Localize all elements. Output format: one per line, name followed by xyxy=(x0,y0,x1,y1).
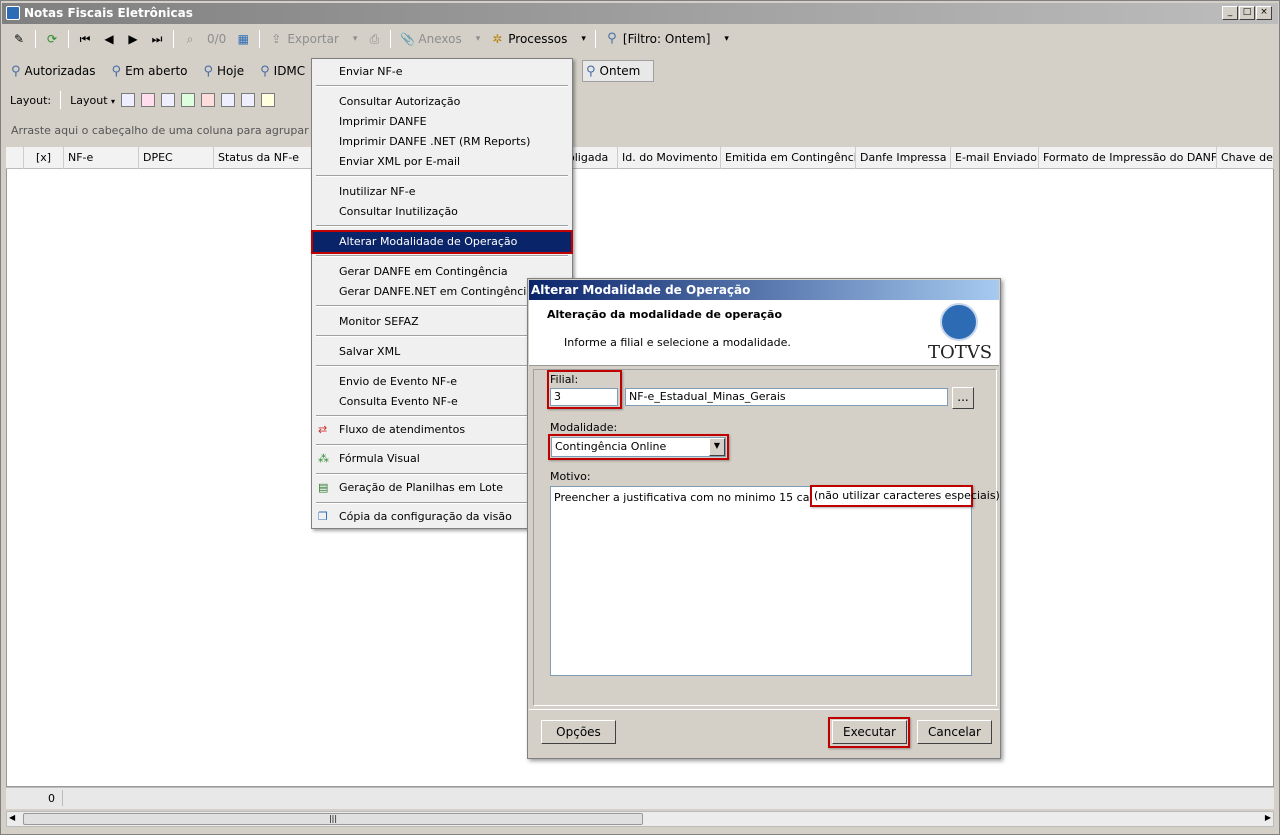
export-layout-icon[interactable] xyxy=(201,93,216,107)
filter-ontem[interactable]: ⚲ Ontem xyxy=(582,60,654,82)
dialog-subheading: Informe a filial e selecione a modalidad… xyxy=(564,336,791,349)
col-dpec[interactable]: DPEC xyxy=(139,147,214,169)
note-icon[interactable] xyxy=(261,93,276,107)
next-record-icon[interactable]: ▶ xyxy=(122,28,144,50)
col-danfe-impressa[interactable]: Danfe Impressa xyxy=(856,147,951,169)
alterar-modalidade-dialog: Alterar Modalidade de Operação Alteração… xyxy=(527,278,1001,759)
horizontal-scrollbar[interactable]: ◀ ||| ▶ xyxy=(6,811,1274,827)
footer-count: 0 xyxy=(48,792,55,805)
totvs-logo-text: TOTVS xyxy=(928,342,993,363)
menu-enviar-nfe[interactable]: Enviar NF-e xyxy=(313,62,571,82)
save-layout-icon[interactable] xyxy=(121,93,136,107)
options-button[interactable]: Opções xyxy=(541,720,616,744)
col-chave-acesso[interactable]: Chave de A xyxy=(1217,147,1274,169)
filter-em-aberto[interactable]: ⚲ Em aberto xyxy=(109,60,191,82)
menu-alterar-modalidade[interactable]: Alterar Modalidade de Operação xyxy=(311,230,573,254)
print-icon[interactable]: ⎙ xyxy=(363,28,385,50)
columns-icon[interactable] xyxy=(161,93,176,107)
gears-icon: ✲ xyxy=(492,32,503,46)
layout-bar: Layout: Layout ▾ xyxy=(2,88,1278,112)
motivo-textarea[interactable]: Preencher a justificativa com no minimo … xyxy=(550,486,972,676)
modalidade-label: Modalidade: xyxy=(550,421,618,434)
row-indicator-header xyxy=(6,147,24,169)
dialog-heading: Alteração da modalidade de operação xyxy=(547,308,783,321)
prev-record-icon[interactable]: ◀ xyxy=(98,28,120,50)
motivo-note: (não utilizar caracteres especiais) xyxy=(810,485,1000,507)
col-id-movimento[interactable]: Id. do Movimento xyxy=(618,147,721,169)
attachment-icon: 📎 xyxy=(400,32,416,46)
dialog-header: Alteração da modalidade de operação Info… xyxy=(529,300,999,366)
menu-enviar-xml-email[interactable]: Enviar XML por E-mail xyxy=(313,152,571,172)
window-title: Notas Fiscais Eletrônicas xyxy=(2,3,1278,24)
layout-label: Layout: xyxy=(10,93,52,107)
funnel-icon: ⚲ xyxy=(11,63,21,79)
record-counter: 0/0 xyxy=(207,32,227,46)
menu-consultar-inutilizacao[interactable]: Consultar Inutilização xyxy=(313,202,571,222)
funnel-icon: ⚲ xyxy=(607,31,617,46)
filial-name-field[interactable]: NF-e_Estadual_Minas_Gerais xyxy=(625,388,948,406)
col-nfe[interactable]: NF-e xyxy=(64,147,139,169)
edit-icon[interactable]: ✎ xyxy=(8,28,30,50)
motivo-label: Motivo: xyxy=(550,470,591,483)
close-button[interactable]: × xyxy=(1256,6,1272,20)
col-status[interactable]: Status da NF-e xyxy=(214,147,314,169)
funnel-icon: ⚲ xyxy=(260,63,270,79)
filter-idmc[interactable]: ⚲ IDMC xyxy=(257,60,308,82)
scroll-right-icon[interactable]: ▶ xyxy=(1265,813,1271,822)
refresh-icon[interactable]: ⟳ xyxy=(41,28,63,50)
scroll-thumb[interactable]: ||| xyxy=(23,813,643,825)
delete-layout-icon[interactable] xyxy=(141,93,156,107)
funnel-icon: ⚲ xyxy=(586,63,596,79)
filial-highlight xyxy=(547,370,622,409)
filter-hoje[interactable]: ⚲ Hoje xyxy=(201,60,248,82)
calendar-icon[interactable]: ▦ xyxy=(232,28,254,50)
funnel-icon: ⚲ xyxy=(203,63,214,79)
scroll-left-icon[interactable]: ◀ xyxy=(9,813,15,822)
cancel-button[interactable]: Cancelar xyxy=(917,720,992,744)
menu-consultar-autorizacao[interactable]: Consultar Autorização xyxy=(313,92,571,112)
sum-icon[interactable] xyxy=(241,93,256,107)
menu-imprimir-danfe-net[interactable]: Imprimir DANFE .NET (RM Reports) xyxy=(313,132,571,152)
grid-header: [x] NF-e DPEC Status da NF-e oligada Id.… xyxy=(6,147,1274,169)
last-record-icon[interactable]: ⏭ xyxy=(146,28,168,50)
find-icon[interactable]: ⌕ xyxy=(179,28,201,50)
export-button[interactable]: ⇪ Exportar ▾ xyxy=(265,28,361,50)
filter-autorizadas[interactable]: ⚲ Autorizadas xyxy=(8,60,99,82)
col-emitida-contingencia[interactable]: Emitida em Contingência xyxy=(721,147,856,169)
minimize-button[interactable]: _ xyxy=(1222,6,1238,20)
group-drop-area[interactable]: Arraste aqui o cabeçalho de uma coluna p… xyxy=(6,116,1274,146)
attachments-button[interactable]: 📎 Anexos ▾ xyxy=(396,28,484,50)
import-icon[interactable] xyxy=(181,93,196,107)
main-toolbar: ✎ ⟳ ⏮ ◀ ▶ ⏭ ⌕ 0/0 ▦ ⇪ Exportar ▾ ⎙ 📎 Anexos… xyxy=(2,26,1278,52)
menu-imprimir-danfe[interactable]: Imprimir DANFE xyxy=(313,112,571,132)
filter-layout-icon[interactable] xyxy=(221,93,236,107)
filter-button[interactable]: ⚲ [Filtro: Ontem] ▾ xyxy=(601,28,733,50)
layout-dropdown[interactable]: Layout ▾ xyxy=(70,94,115,107)
processes-button[interactable]: ✲ Processos ▾ xyxy=(486,28,590,50)
app-icon xyxy=(6,6,20,20)
col-email-enviado[interactable]: E-mail Enviado xyxy=(951,147,1039,169)
col-select-all[interactable]: [x] xyxy=(24,147,64,169)
execute-button[interactable]: Executar xyxy=(832,720,907,744)
funnel-icon: ⚲ xyxy=(111,63,122,79)
first-record-icon[interactable]: ⏮ xyxy=(74,28,96,50)
modalidade-select[interactable]: Contingência Online ▼ xyxy=(551,437,726,457)
totvs-logo-icon xyxy=(940,303,978,341)
dialog-title: Alterar Modalidade de Operação xyxy=(529,280,999,300)
export-icon: ⇪ xyxy=(271,32,282,46)
filial-lookup-button[interactable]: ... xyxy=(952,387,974,409)
menu-inutilizar-nfe[interactable]: Inutilizar NF-e xyxy=(313,182,571,202)
grid-footer: 0 xyxy=(6,787,1274,809)
maximize-button[interactable]: □ xyxy=(1239,6,1255,20)
col-formato-impressao[interactable]: Formato de Impressão do DANFE xyxy=(1039,147,1217,169)
dropdown-arrow-icon[interactable]: ▼ xyxy=(709,438,725,456)
